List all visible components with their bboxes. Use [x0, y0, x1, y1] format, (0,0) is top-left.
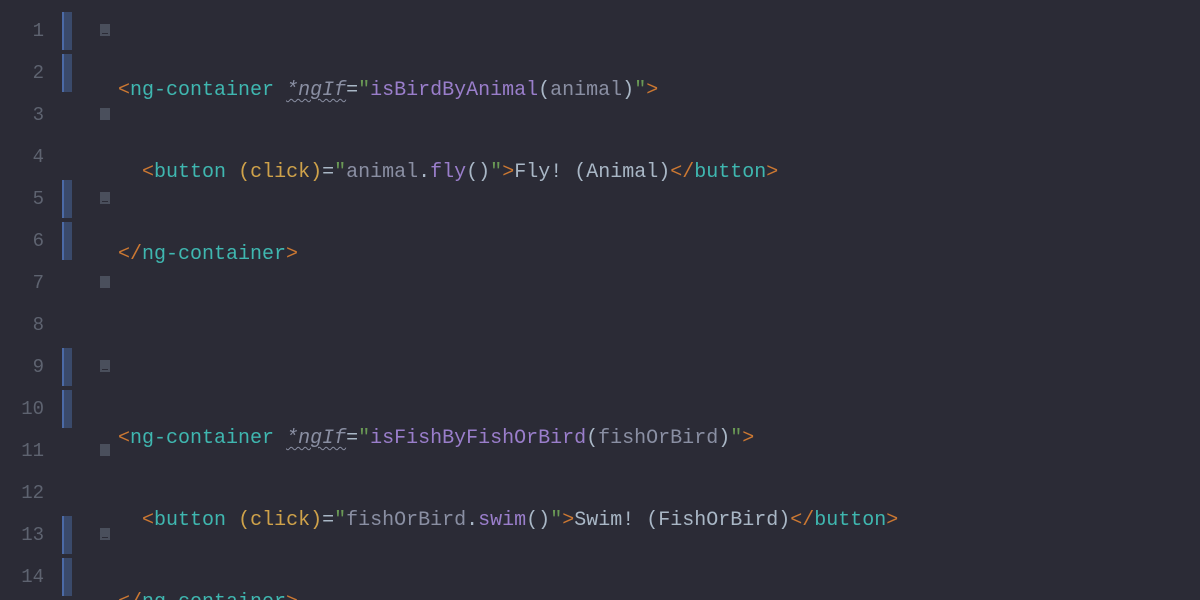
line-number: 14: [8, 556, 44, 598]
line-number: 3: [8, 94, 44, 136]
line-number: 10: [8, 388, 44, 430]
code-line[interactable]: </ng-container>: [118, 582, 1200, 600]
vcs-change-marker: [62, 558, 72, 596]
line-number: 12: [8, 472, 44, 514]
code-line[interactable]: <button (click)="fishOrBird.swim()">Swim…: [118, 500, 1200, 542]
fold-toggle-icon[interactable]: [100, 444, 110, 456]
fold-toggle-icon[interactable]: [100, 192, 110, 204]
vcs-change-marker: [62, 180, 72, 218]
line-number: 1: [8, 10, 44, 52]
vcs-change-marker: [62, 12, 72, 50]
code-line[interactable]: <button (click)="animal.fly()">Fly! (Ani…: [118, 152, 1200, 194]
code-editor[interactable]: 1 2 3 4 5 6 7 8 9 10 11 12 13 14 <ng-con…: [0, 0, 1200, 600]
vcs-change-marker: [62, 390, 72, 428]
line-number: 9: [8, 346, 44, 388]
line-number: 8: [8, 304, 44, 346]
vcs-change-marker: [62, 516, 72, 554]
fold-toggle-icon[interactable]: [100, 360, 110, 372]
fold-gutter: [58, 0, 118, 600]
fold-toggle-icon[interactable]: [100, 108, 110, 120]
line-number: 6: [8, 220, 44, 262]
line-number: 7: [8, 262, 44, 304]
line-number: 4: [8, 136, 44, 178]
code-line[interactable]: [118, 316, 1200, 358]
vcs-change-marker: [62, 348, 72, 386]
code-line[interactable]: <ng-container *ngIf="isBirdByAnimal(anim…: [118, 70, 1200, 112]
line-number: 2: [8, 52, 44, 94]
fold-toggle-icon[interactable]: [100, 528, 110, 540]
line-number: 13: [8, 514, 44, 556]
code-line[interactable]: </ng-container>: [118, 234, 1200, 276]
vcs-change-marker: [62, 54, 72, 92]
fold-toggle-icon[interactable]: [100, 276, 110, 288]
vcs-change-marker: [62, 222, 72, 260]
line-number-gutter: 1 2 3 4 5 6 7 8 9 10 11 12 13 14: [0, 0, 58, 600]
line-number: 11: [8, 430, 44, 472]
line-number: 5: [8, 178, 44, 220]
code-line[interactable]: <ng-container *ngIf="isFishByFishOrBird(…: [118, 418, 1200, 460]
code-area[interactable]: <ng-container *ngIf="isBirdByAnimal(anim…: [118, 0, 1200, 600]
fold-toggle-icon[interactable]: [100, 24, 110, 36]
